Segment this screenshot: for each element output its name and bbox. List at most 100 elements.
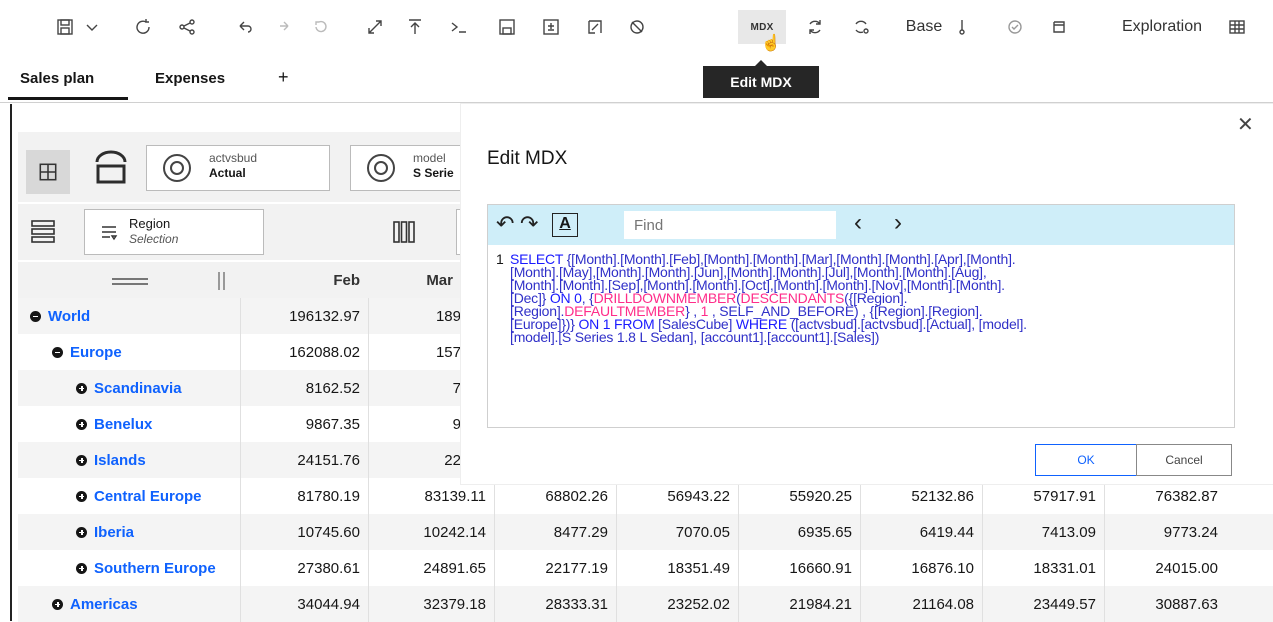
- data-cell[interactable]: 27380.61: [240, 550, 368, 586]
- data-cell[interactable]: 9867.35: [240, 406, 368, 442]
- region-selector[interactable]: Region Selection: [84, 209, 264, 255]
- member-name: Central Europe: [94, 487, 202, 505]
- drag-handle-icon[interactable]: [112, 278, 148, 280]
- column-header-mar[interactable]: Mar: [368, 262, 461, 298]
- undo-icon[interactable]: ↶: [496, 211, 514, 237]
- member-name: Benelux: [94, 415, 153, 433]
- data-cell[interactable]: 21164.08: [860, 586, 982, 622]
- ok-button[interactable]: OK: [1035, 444, 1137, 476]
- data-cell[interactable]: 8477.29: [494, 514, 616, 550]
- format-icon[interactable]: A: [552, 213, 578, 237]
- data-cell[interactable]: 162088.02: [240, 334, 368, 370]
- close-icon[interactable]: ✕: [1237, 112, 1254, 137]
- cube-toggle-button[interactable]: [26, 150, 70, 194]
- save-view-icon[interactable]: [492, 10, 522, 44]
- expand-icon[interactable]: [76, 454, 87, 466]
- terminal-icon[interactable]: [444, 10, 474, 44]
- tab-expenses[interactable]: Expenses: [155, 70, 225, 87]
- data-cell[interactable]: 16876.10: [860, 550, 982, 586]
- column-resize-icon[interactable]: [218, 272, 220, 290]
- find-input[interactable]: [624, 211, 836, 239]
- expand-icon[interactable]: [76, 418, 87, 430]
- data-cell[interactable]: 196132.97: [240, 298, 368, 334]
- row-member-label[interactable]: Iberia: [76, 514, 134, 550]
- view-splitter[interactable]: [10, 104, 12, 621]
- row-header-cell: [18, 262, 240, 298]
- exploration-label[interactable]: Exploration: [1112, 10, 1212, 44]
- sync-settings-icon[interactable]: [846, 10, 876, 44]
- undo-icon[interactable]: [230, 10, 260, 44]
- data-cell[interactable]: 23449.57: [982, 586, 1104, 622]
- data-cell[interactable]: 30887.63: [1104, 586, 1226, 622]
- find-next-icon[interactable]: ›: [894, 209, 902, 237]
- actvsbud-selector[interactable]: actvsbud Actual: [146, 145, 330, 191]
- data-cell[interactable]: 18331.01: [982, 550, 1104, 586]
- grid-table-icon[interactable]: [1224, 10, 1250, 44]
- expand-icon[interactable]: [52, 598, 63, 610]
- data-cell[interactable]: 7413.09: [982, 514, 1104, 550]
- data-cell[interactable]: 81780.19: [240, 478, 368, 514]
- row-member-label[interactable]: Europe: [52, 334, 122, 370]
- row-member-label[interactable]: Americas: [52, 586, 138, 622]
- data-cell[interactable]: 18351.49: [616, 550, 738, 586]
- cancel-button[interactable]: Cancel: [1136, 444, 1232, 476]
- redo-icon[interactable]: ↷: [520, 211, 538, 237]
- row-member-label[interactable]: Scandinavia: [76, 370, 182, 406]
- columns-icon[interactable]: [392, 220, 416, 244]
- column-header-feb[interactable]: Feb: [240, 262, 368, 298]
- data-cell[interactable]: 23252.02: [616, 586, 738, 622]
- data-cell[interactable]: 8162.52: [240, 370, 368, 406]
- share-icon[interactable]: [172, 10, 202, 44]
- expand-icon[interactable]: [76, 382, 87, 394]
- calculator-icon[interactable]: [536, 10, 566, 44]
- data-cell[interactable]: 24151.76: [240, 442, 368, 478]
- check-circle-icon[interactable]: [1000, 10, 1030, 44]
- data-cell[interactable]: 22177.19: [494, 550, 616, 586]
- data-cell[interactable]: 10242.14: [368, 514, 494, 550]
- upload-icon[interactable]: [400, 10, 430, 44]
- chevron-down-icon[interactable]: [80, 10, 104, 44]
- data-cell[interactable]: 24891.65: [368, 550, 494, 586]
- data-cell[interactable]: 6419.44: [860, 514, 982, 550]
- tab-sales-plan[interactable]: Sales plan: [20, 70, 94, 87]
- save-icon[interactable]: [50, 10, 80, 44]
- expand-icon[interactable]: [360, 10, 390, 44]
- mdx-editor[interactable]: ↶ ↷ A ‹ › 1 SELECT {[Month].[Month].[Feb…: [487, 204, 1235, 428]
- data-cell[interactable]: 7070.05: [616, 514, 738, 550]
- collapse-icon[interactable]: [30, 310, 41, 322]
- expand-icon[interactable]: [76, 562, 87, 574]
- data-cell[interactable]: 10745.60: [240, 514, 368, 550]
- add-tab-button[interactable]: +: [278, 67, 289, 88]
- refresh-icon[interactable]: [128, 10, 158, 44]
- data-cell[interactable]: 9773.24: [1104, 514, 1226, 550]
- rows-icon[interactable]: [30, 218, 56, 244]
- reset-icon[interactable]: [306, 10, 336, 44]
- collapse-icon[interactable]: [52, 346, 63, 358]
- data-cell[interactable]: 34044.94: [240, 586, 368, 622]
- expand-icon[interactable]: [76, 490, 87, 502]
- row-member-label[interactable]: Southern Europe: [76, 550, 216, 586]
- redo-icon[interactable]: [268, 10, 298, 44]
- data-cell[interactable]: 24015.00: [1104, 550, 1226, 586]
- mdx-code[interactable]: 1 SELECT {[Month].[Month].[Feb],[Month].…: [496, 252, 1224, 344]
- suppress-zeros-icon[interactable]: [622, 10, 652, 44]
- active-tab-indicator: [8, 97, 128, 100]
- row-member-label[interactable]: Central Europe: [76, 478, 202, 514]
- sync-icon[interactable]: [800, 10, 830, 44]
- data-cell[interactable]: 6935.65: [738, 514, 860, 550]
- thermometer-icon[interactable]: [950, 10, 974, 44]
- data-cell[interactable]: 28333.31: [494, 586, 616, 622]
- model-selector[interactable]: model S Serie: [350, 145, 462, 191]
- row-member-label[interactable]: Islands: [76, 442, 146, 478]
- data-cell[interactable]: 32379.18: [368, 586, 494, 622]
- data-cell[interactable]: 21984.21: [738, 586, 860, 622]
- swap-axes-icon[interactable]: [580, 10, 610, 44]
- base-label[interactable]: Base: [902, 10, 946, 44]
- data-cell[interactable]: 16660.91: [738, 550, 860, 586]
- window-icon[interactable]: [1044, 10, 1074, 44]
- row-member-label[interactable]: World: [30, 298, 90, 334]
- set-editor-icon[interactable]: [94, 148, 128, 186]
- find-previous-icon[interactable]: ‹: [854, 209, 862, 237]
- expand-icon[interactable]: [76, 526, 87, 538]
- row-member-label[interactable]: Benelux: [76, 406, 152, 442]
